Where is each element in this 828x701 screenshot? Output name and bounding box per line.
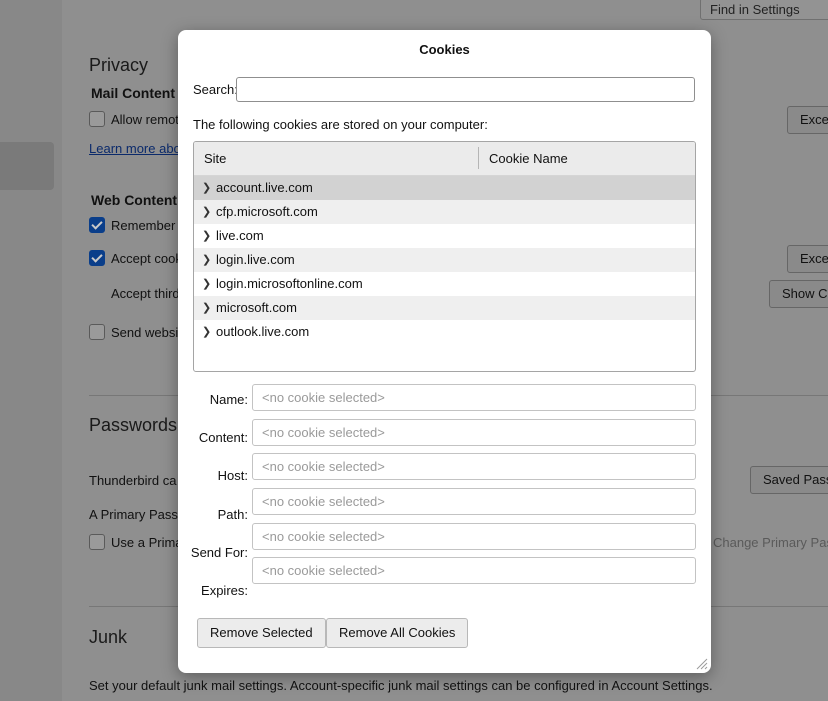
remember-label: Remember v	[111, 218, 186, 233]
exceptions-button-1[interactable]: Exce	[787, 106, 828, 134]
site-row[interactable]: ❯ login.live.com	[194, 248, 695, 272]
tree-header: Site Cookie Name	[194, 142, 695, 176]
site-name: live.com	[216, 228, 264, 243]
site-name: cfp.microsoft.com	[216, 204, 318, 219]
site-row[interactable]: ❯ live.com	[194, 224, 695, 248]
cookies-dialog: Cookies Search: The following cookies ar…	[178, 30, 711, 673]
column-header-cookie-name[interactable]: Cookie Name	[489, 151, 568, 166]
path-field[interactable]: <no cookie selected>	[252, 488, 696, 515]
host-field[interactable]: <no cookie selected>	[252, 453, 696, 480]
accept-cookies-checkbox[interactable]	[89, 250, 105, 266]
accept-cookies-label: Accept cook	[111, 251, 182, 266]
saved-passwords-button[interactable]: Saved Pass	[750, 466, 828, 494]
cookies-intro-text: The following cookies are stored on your…	[193, 117, 488, 132]
send-for-field[interactable]: <no cookie selected>	[252, 523, 696, 550]
search-label: Search:	[193, 82, 238, 97]
column-divider[interactable]	[478, 147, 479, 169]
allow-remote-label: Allow remot	[111, 112, 179, 127]
expires-label: Expires:	[201, 583, 248, 598]
dialog-title: Cookies	[419, 42, 470, 57]
thunderbird-can-label: Thunderbird ca	[89, 473, 177, 488]
chevron-right-icon[interactable]: ❯	[202, 224, 211, 248]
expires-field[interactable]: <no cookie selected>	[252, 557, 696, 584]
accept-third-party-label: Accept third	[111, 286, 180, 301]
chevron-right-icon[interactable]: ❯	[202, 272, 211, 296]
host-label: Host:	[217, 468, 248, 483]
name-field[interactable]: <no cookie selected>	[252, 384, 696, 411]
column-header-site[interactable]: Site	[204, 151, 226, 166]
send-websites-label: Send websit	[111, 325, 182, 340]
resize-grip-icon[interactable]	[696, 658, 708, 670]
site-row[interactable]: ❯ account.live.com	[194, 176, 695, 200]
remember-checkbox[interactable]	[89, 217, 105, 233]
site-name: login.microsoftonline.com	[216, 276, 363, 291]
site-name: account.live.com	[216, 180, 313, 195]
content-label: Content:	[198, 430, 248, 445]
use-primary-password-checkbox[interactable]	[89, 534, 105, 550]
sidebar-selected-item[interactable]	[0, 142, 54, 190]
privacy-heading: Privacy	[89, 55, 149, 75]
use-primary-password-label: Use a Prima	[111, 535, 183, 550]
site-row[interactable]: ❯ login.microsoftonline.com	[194, 272, 695, 296]
allow-remote-checkbox[interactable]	[89, 111, 105, 127]
site-name: login.live.com	[216, 252, 295, 267]
primary-password-desc: A Primary Passw	[89, 507, 188, 522]
content-field[interactable]: <no cookie selected>	[252, 419, 696, 446]
chevron-right-icon[interactable]: ❯	[202, 200, 211, 224]
remove-all-cookies-button[interactable]: Remove All Cookies	[326, 618, 469, 648]
tree-body: ❯ account.live.com ❯ cfp.microsoft.com ❯ li…	[194, 176, 695, 344]
search-input[interactable]	[236, 77, 695, 102]
exceptions-button-2[interactable]: Exce	[787, 245, 828, 273]
learn-more-link[interactable]: Learn more abo	[89, 141, 181, 156]
chevron-right-icon[interactable]: ❯	[202, 248, 211, 272]
junk-heading: Junk	[89, 627, 128, 647]
find-in-settings-input[interactable]: Find in Settings	[700, 0, 828, 20]
mail-content-heading: Mail Content	[91, 85, 175, 101]
site-name: outlook.live.com	[216, 324, 310, 339]
passwords-heading: Passwords	[89, 415, 178, 435]
site-name: microsoft.com	[216, 300, 297, 315]
send-for-label: Send For:	[190, 545, 248, 560]
chevron-right-icon[interactable]: ❯	[202, 296, 211, 320]
chevron-right-icon[interactable]: ❯	[202, 176, 211, 200]
site-row[interactable]: ❯ cfp.microsoft.com	[194, 200, 695, 224]
junk-description: Set your default junk mail settings. Acc…	[89, 678, 713, 693]
cookies-tree[interactable]: Site Cookie Name ❯ account.live.com ❯ cfp.…	[193, 141, 696, 372]
category-sidebar	[0, 0, 62, 701]
remove-selected-button[interactable]: Remove Selected	[197, 618, 326, 648]
chevron-right-icon[interactable]: ❯	[202, 320, 211, 344]
site-row[interactable]: ❯ microsoft.com	[194, 296, 695, 320]
show-cookies-button[interactable]: Show Co	[769, 280, 828, 308]
send-websites-checkbox[interactable]	[89, 324, 105, 340]
site-row[interactable]: ❯ outlook.live.com	[194, 320, 695, 344]
change-primary-password-button[interactable]: Change Primary Pas	[713, 535, 828, 550]
web-content-heading: Web Content	[91, 192, 178, 208]
path-label: Path:	[217, 507, 248, 522]
name-label: Name:	[209, 392, 248, 407]
